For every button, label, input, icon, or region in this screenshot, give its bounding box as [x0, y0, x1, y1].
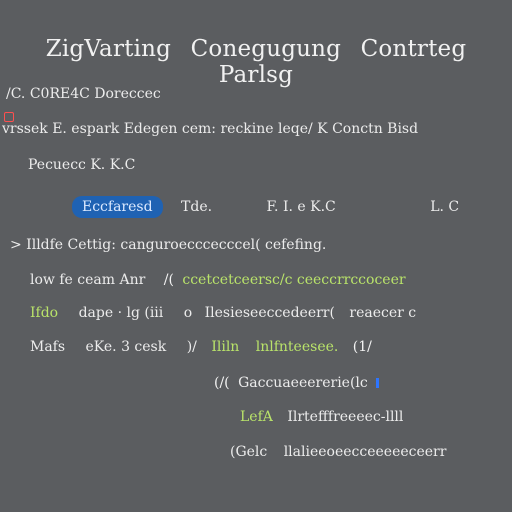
text-line-10: LefA Ilrtefffreeeec-llll [240, 409, 403, 425]
line-text: /C. C0RE4C Doreccec [6, 86, 161, 102]
line-text: F. I. e K.C [266, 199, 336, 215]
text-line-8: Mafs eKe. 3 cesk )/ Ililn lnlfnteesee. (… [30, 339, 372, 355]
line-text: Tde. [181, 199, 213, 215]
line-text: Ilrtefffreeeec-llll [287, 409, 404, 425]
line-text: eKe. 3 cesk [85, 339, 167, 355]
text-line-3: Pecuecc K. K.C [28, 157, 135, 173]
selected-token[interactable]: Eccfaresd [72, 196, 163, 218]
line-text: Gaccuaeeererie(lc [238, 375, 368, 391]
line-text: reaecer c [349, 305, 417, 321]
line-text: L. C [430, 199, 460, 215]
line-text: Mafs [30, 339, 66, 355]
page-title: ZigVarting Conegugung Contrteg Parlsg [0, 36, 512, 88]
line-text: (1/ [352, 339, 372, 355]
highlighted-text: Ililn [211, 339, 240, 355]
text-line-7: Ifdo dape · lg (iii o Ilesieseeccedeerr(… [30, 305, 416, 321]
highlighted-text: lnlfnteesee. [255, 339, 339, 355]
highlighted-text: Ifdo [30, 305, 59, 321]
title-word-2: Conegugung [190, 36, 342, 62]
highlighted-text: ccetcetceersc/c [182, 272, 293, 288]
line-text: > Illdfe Cettig: canguroecccecccel( cefe… [10, 237, 327, 253]
line-text: dape · lg (iii [78, 305, 164, 321]
text-line-1: /C. C0RE4C Doreccec [6, 86, 161, 102]
highlighted-text: ceeccrrccoceer [296, 272, 406, 288]
line-text: (/( [214, 375, 230, 391]
line-text: )/ [186, 339, 197, 355]
line-text: o [183, 305, 193, 321]
text-line-11: (Gelc llalieeoeecceeeeeceerr [230, 444, 446, 460]
title-word-3: Contrteg [360, 36, 467, 62]
line-text: llalieeoeecceeeeeceerr [283, 444, 447, 460]
blue-cursor-icon [376, 378, 380, 388]
text-line-4: Eccfaresd Tde. F. I. e K.C L. C [72, 196, 459, 218]
title-word-4: Parlsg [218, 62, 294, 88]
line-text: vrssek E. espark Edegen cem: reckine leq… [2, 121, 419, 137]
text-line-5: > Illdfe Cettig: canguroecccecccel( cefe… [10, 237, 326, 253]
title-word-1: ZigVarting [45, 36, 172, 62]
line-text: Pecuecc K. K.C [28, 157, 136, 173]
text-line-9: (/( Gaccuaeeererie(lc [214, 375, 380, 391]
text-line-2: vrssek E. espark Edegen cem: reckine leq… [2, 121, 418, 137]
line-text: (Gelc [230, 444, 268, 460]
line-text: /( [163, 272, 174, 288]
text-line-6: low fe ceam Anr /( ccetcetceersc/c ceecc… [30, 272, 406, 288]
line-text: Ilesieseeccedeerr( [204, 305, 335, 321]
line-text: low fe ceam Anr [30, 272, 146, 288]
highlighted-text: LefA [240, 409, 273, 425]
